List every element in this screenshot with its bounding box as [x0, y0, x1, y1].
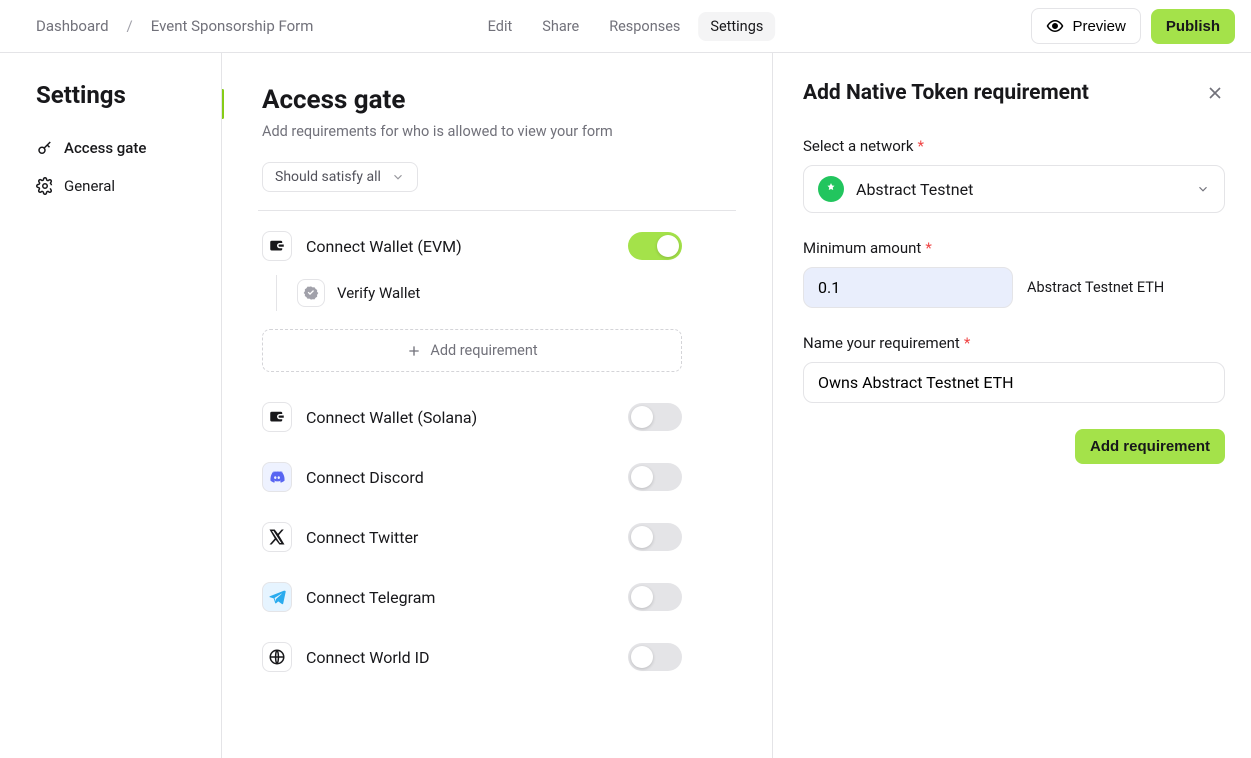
eye-icon — [1046, 17, 1064, 35]
preview-button[interactable]: Preview — [1031, 8, 1140, 44]
field-label-text: Minimum amount — [803, 239, 921, 257]
wallet-icon — [262, 231, 292, 261]
add-requirement-label: Add requirement — [430, 342, 537, 359]
field-name-requirement: Name your requirement * — [803, 334, 1225, 403]
plus-icon — [406, 343, 422, 359]
field-network: Select a network * Abstract Testnet — [803, 137, 1225, 213]
tab-share[interactable]: Share — [530, 12, 591, 41]
sidebar-item-label: General — [64, 177, 115, 195]
submit-add-requirement-button[interactable]: Add requirement — [1075, 429, 1225, 464]
minimum-amount-input[interactable] — [803, 267, 1013, 308]
network-badge-icon — [818, 176, 844, 202]
sidebar-item-general[interactable]: General — [36, 167, 213, 205]
verify-badge-icon — [297, 279, 325, 307]
gear-icon — [36, 177, 54, 195]
gate-label: Connect Wallet (Solana) — [306, 408, 477, 427]
tab-settings[interactable]: Settings — [698, 12, 775, 41]
page-title: Access gate — [262, 85, 732, 115]
panel-header: Add Native Token requirement — [803, 81, 1225, 105]
satisfy-filter-value: Should satisfy all — [275, 169, 381, 185]
gate-connect-twitter: Connect Twitter — [262, 522, 682, 552]
twitter-x-icon — [262, 522, 292, 552]
panel-actions: Add requirement — [803, 429, 1225, 464]
divider — [258, 210, 736, 211]
main-area: Access gate Add requirements for who is … — [222, 53, 1251, 758]
gate-toggle[interactable] — [628, 463, 682, 491]
main-tabs: Edit Share Responses Settings — [476, 12, 776, 41]
amount-unit-label: Abstract Testnet ETH — [1027, 279, 1164, 296]
panel-title: Add Native Token requirement — [803, 81, 1089, 105]
chevron-down-icon — [1196, 182, 1210, 196]
gate-list: Connect Wallet (EVM) Verify Wallet — [262, 231, 682, 672]
breadcrumb-root[interactable]: Dashboard — [36, 17, 109, 35]
breadcrumb-current[interactable]: Event Sponsorship Form — [151, 17, 314, 35]
active-accent-bar — [222, 89, 224, 119]
publish-label: Publish — [1166, 18, 1220, 35]
tab-edit[interactable]: Edit — [476, 12, 525, 41]
discord-icon — [262, 462, 292, 492]
content-column: Access gate Add requirements for who is … — [222, 53, 773, 758]
breadcrumb-separator: / — [127, 17, 133, 35]
gate-label: Connect Discord — [306, 468, 424, 487]
top-actions: Preview Publish — [1031, 8, 1235, 44]
add-requirement-button[interactable]: Add requirement — [262, 329, 682, 372]
gate-toggle[interactable] — [628, 643, 682, 671]
breadcrumb: Dashboard / Event Sponsorship Form — [36, 17, 313, 35]
world-id-icon — [262, 642, 292, 672]
child-label: Verify Wallet — [337, 284, 420, 302]
close-icon[interactable] — [1205, 83, 1225, 103]
field-minimum-amount: Minimum amount * Abstract Testnet ETH — [803, 239, 1225, 308]
child-verify-wallet[interactable]: Verify Wallet — [297, 275, 682, 311]
wallet-icon — [262, 402, 292, 432]
key-icon — [36, 139, 54, 157]
preview-label: Preview — [1072, 18, 1125, 35]
submit-label: Add requirement — [1090, 438, 1210, 455]
publish-button[interactable]: Publish — [1151, 9, 1235, 44]
gate-children: Verify Wallet — [276, 275, 682, 311]
sidebar-item-label: Access gate — [64, 139, 146, 157]
sidebar-item-access-gate[interactable]: Access gate — [36, 129, 213, 167]
gate-connect-wallet-evm: Connect Wallet (EVM) Verify Wallet — [262, 231, 682, 372]
gate-toggle[interactable] — [628, 403, 682, 431]
topbar: Dashboard / Event Sponsorship Form Edit … — [0, 0, 1251, 53]
required-star: * — [925, 239, 931, 257]
gate-connect-telegram: Connect Telegram — [262, 582, 682, 612]
gate-connect-wallet-solana: Connect Wallet (Solana) — [262, 402, 682, 432]
network-value: Abstract Testnet — [856, 180, 973, 199]
gate-head: Connect Wallet (EVM) — [262, 231, 682, 261]
gate-label: Connect Wallet (EVM) — [306, 237, 462, 256]
add-requirement-panel: Add Native Token requirement Select a ne… — [773, 53, 1251, 758]
gate-connect-world-id: Connect World ID — [262, 642, 682, 672]
satisfy-filter-select[interactable]: Should satisfy all — [262, 162, 418, 192]
page-body: Settings Access gate General Access gate… — [0, 53, 1251, 758]
gate-toggle[interactable] — [628, 232, 682, 260]
gate-label: Connect Telegram — [306, 588, 435, 607]
required-star: * — [964, 334, 970, 352]
gate-toggle[interactable] — [628, 583, 682, 611]
gate-label: Connect Twitter — [306, 528, 418, 547]
network-select[interactable]: Abstract Testnet — [803, 165, 1225, 213]
telegram-icon — [262, 582, 292, 612]
requirement-name-input[interactable] — [803, 362, 1225, 403]
gate-connect-discord: Connect Discord — [262, 462, 682, 492]
tab-responses[interactable]: Responses — [597, 12, 692, 41]
chevron-down-icon — [391, 170, 405, 184]
page-subtitle: Add requirements for who is allowed to v… — [262, 123, 732, 140]
field-label-text: Select a network — [803, 137, 913, 155]
required-star: * — [917, 137, 923, 155]
field-label-text: Name your requirement — [803, 334, 960, 352]
gate-label: Connect World ID — [306, 648, 430, 667]
gate-toggle[interactable] — [628, 523, 682, 551]
settings-sidebar: Settings Access gate General — [0, 53, 222, 758]
sidebar-title: Settings — [36, 81, 213, 109]
